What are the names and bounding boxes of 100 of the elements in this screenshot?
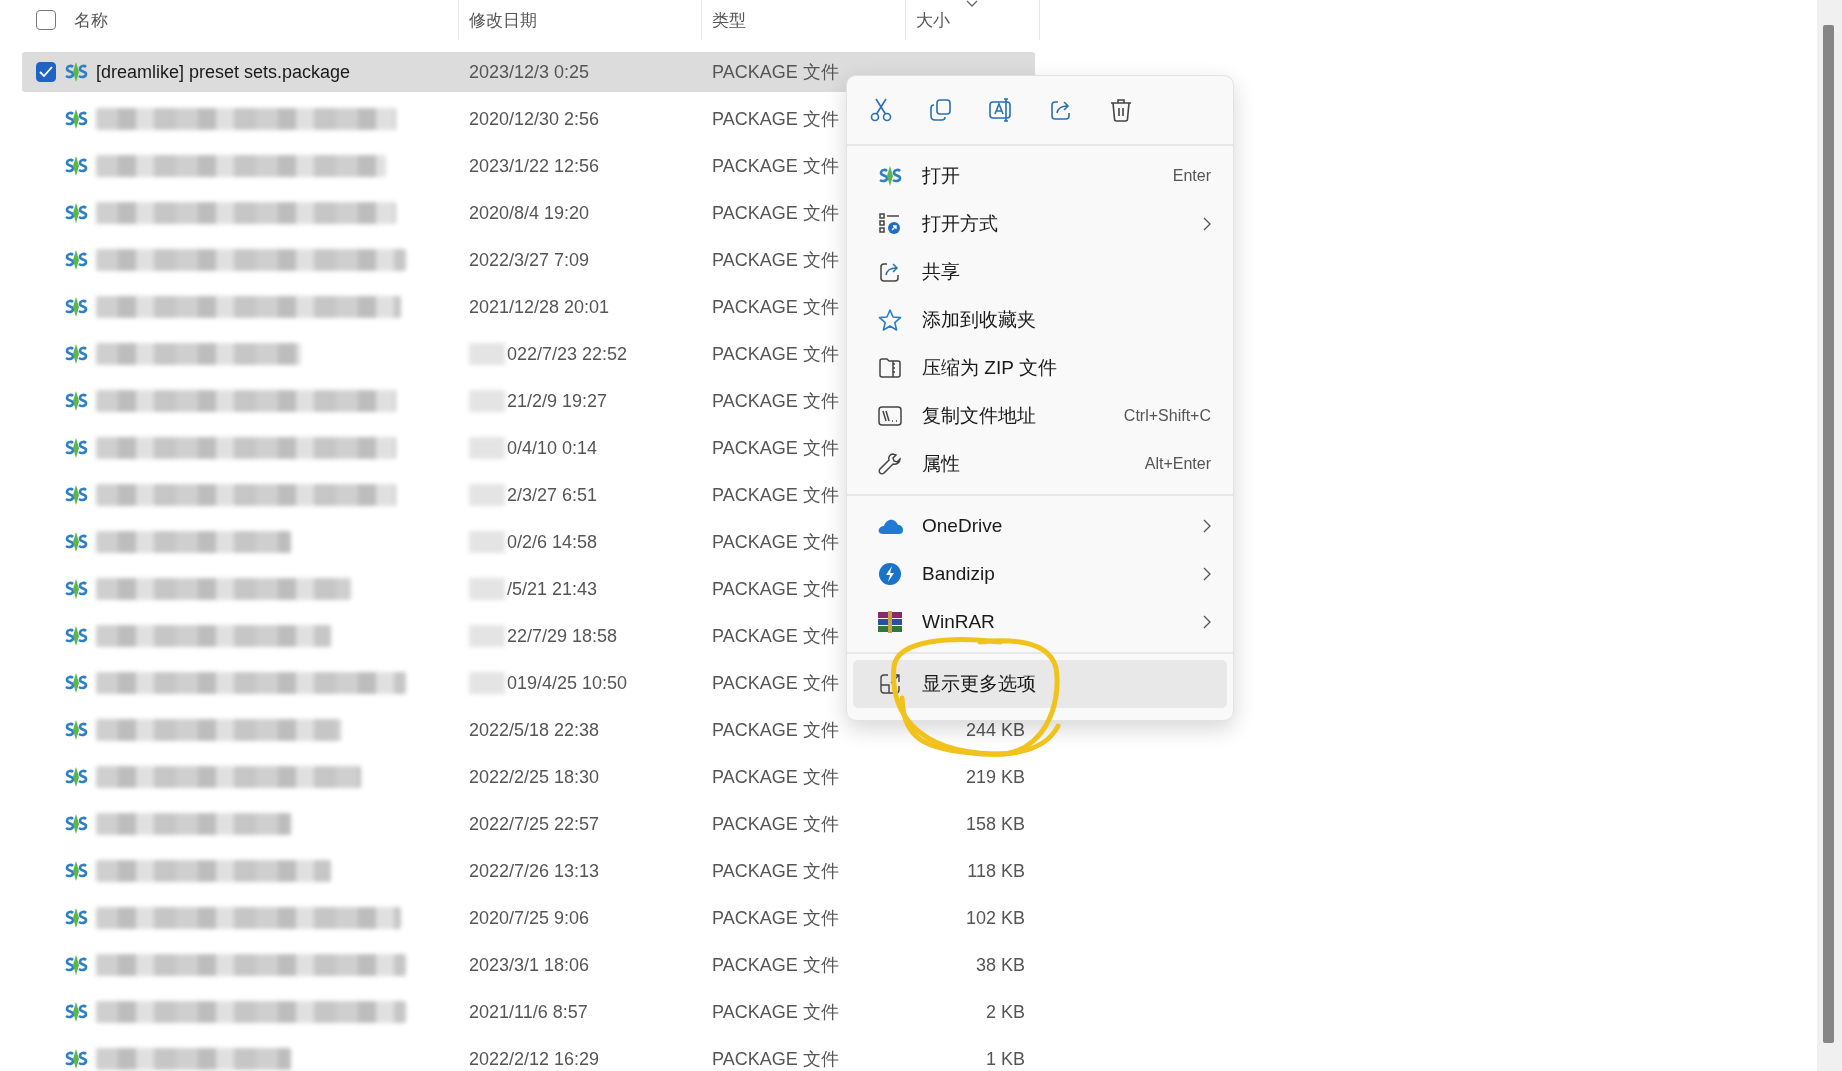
modified-date: 2022/2/12 16:29 xyxy=(469,1048,600,1070)
file-size: 38 KB xyxy=(975,954,1025,975)
file-row[interactable]: 2023/3/1 18:06 PACKAGE 文件 38 KB xyxy=(22,945,1035,985)
file-name: [dreamlike] preset sets.package xyxy=(96,61,351,83)
expand-icon xyxy=(879,673,901,695)
file-type: PACKAGE 文件 xyxy=(712,1002,839,1022)
file-size: 219 KB xyxy=(965,766,1025,787)
modified-date: 2023/12/3 0:25 xyxy=(469,61,590,83)
menu-item[interactable]: 显示更多选项 xyxy=(853,660,1227,708)
toolbar-button[interactable] xyxy=(1109,96,1133,124)
file-type: PACKAGE 文件 xyxy=(712,109,839,129)
path-icon xyxy=(878,406,902,426)
cloud-icon xyxy=(877,517,903,535)
shortcut-text: Alt+Enter xyxy=(1144,455,1211,473)
lightning-circle-icon xyxy=(878,562,902,586)
file-row[interactable]: 2022/7/25 22:57 PACKAGE 文件 158 KB xyxy=(22,804,1035,844)
file-type: PACKAGE 文件 xyxy=(712,955,839,975)
menu-label: 共享 xyxy=(922,260,961,284)
file-size: 102 KB xyxy=(965,907,1025,928)
checkbox[interactable] xyxy=(36,62,56,82)
toolbar-button[interactable] xyxy=(869,96,893,124)
menu-label: 添加到收藏夹 xyxy=(922,308,1037,332)
menu-item[interactable]: Bandizip xyxy=(853,550,1227,598)
modified-date: 2/3/27 6:51 xyxy=(507,484,598,506)
wrench-icon xyxy=(878,452,902,476)
file-row[interactable]: 2022/2/12 16:29 PACKAGE 文件 1 KB xyxy=(22,1039,1035,1071)
menu-item[interactable]: 共享 xyxy=(853,248,1227,296)
menu-item[interactable]: WinRAR xyxy=(853,598,1227,646)
menu-item[interactable]: 打开方式 xyxy=(853,200,1227,248)
file-type: PACKAGE 文件 xyxy=(712,344,839,364)
menu-item[interactable]: 打开 Enter xyxy=(853,152,1227,200)
file-type: PACKAGE 文件 xyxy=(712,814,839,834)
modified-date: 2021/11/6 8:57 xyxy=(469,1001,588,1023)
modified-date: 22/7/29 18:58 xyxy=(507,625,618,647)
menu-label: OneDrive xyxy=(922,515,1004,537)
file-size: 158 KB xyxy=(965,813,1025,834)
file-type: PACKAGE 文件 xyxy=(712,391,839,411)
menu-label: 显示更多选项 xyxy=(922,672,1037,696)
file-type: PACKAGE 文件 xyxy=(712,1049,839,1069)
checkbox[interactable] xyxy=(36,10,56,30)
file-type: PACKAGE 文件 xyxy=(712,156,839,176)
share-icon xyxy=(879,261,901,283)
menu-label: Bandizip xyxy=(922,563,996,585)
books-icon xyxy=(878,611,902,633)
file-type: PACKAGE 文件 xyxy=(712,297,839,317)
file-type: PACKAGE 文件 xyxy=(712,861,839,881)
modified-date: /5/21 21:43 xyxy=(507,578,598,600)
modified-date: 2020/8/4 19:20 xyxy=(469,202,590,224)
file-row[interactable]: 2022/5/18 22:38 PACKAGE 文件 244 KB xyxy=(22,710,1035,750)
file-type: PACKAGE 文件 xyxy=(712,532,839,552)
modified-date: 2022/3/27 7:09 xyxy=(469,249,590,271)
toolbar-button[interactable] xyxy=(989,96,1013,124)
file-row[interactable]: 2020/7/25 9:06 PACKAGE 文件 102 KB xyxy=(22,898,1035,938)
share-icon xyxy=(1050,99,1072,121)
column-header[interactable]: 修改日期 xyxy=(469,8,537,32)
modified-date: 2022/5/18 22:38 xyxy=(469,719,600,741)
column-header[interactable]: 类型 xyxy=(712,8,746,32)
file-type: PACKAGE 文件 xyxy=(712,626,839,646)
chevron-right-icon xyxy=(1203,217,1211,231)
menu-label: 复制文件地址 xyxy=(922,404,1037,428)
file-row[interactable]: [dreamlike] preset sets.package 2023/12/3 0:25 PACKAGE 文件 xyxy=(22,52,1035,92)
modified-date: 21/2/9 19:27 xyxy=(507,390,608,412)
scrollbar[interactable] xyxy=(1817,0,1842,1071)
chevron-right-icon xyxy=(1203,615,1211,629)
scissors-icon xyxy=(870,98,892,122)
menu-label: WinRAR xyxy=(922,611,996,633)
modified-date: 2023/3/1 18:06 xyxy=(469,954,590,976)
column-header[interactable]: 名称 xyxy=(74,8,108,32)
toolbar-button[interactable] xyxy=(929,96,953,124)
file-row[interactable]: 2020/12/30 2:56 PACKAGE 文件 xyxy=(22,99,1035,139)
file-type: PACKAGE 文件 xyxy=(712,485,839,505)
star-icon xyxy=(878,308,902,332)
chevron-right-icon xyxy=(1203,519,1211,533)
file-row[interactable]: 2022/7/26 13:13 PACKAGE 文件 118 KB xyxy=(22,851,1035,891)
modified-date: 2021/12/28 20:01 xyxy=(469,296,610,318)
menu-item[interactable]: 添加到收藏夹 xyxy=(853,296,1227,344)
menu-label: 属性 xyxy=(922,452,961,476)
file-type: PACKAGE 文件 xyxy=(712,720,839,740)
menu-label: 压缩为 ZIP 文件 xyxy=(922,356,1058,380)
file-size: 118 KB xyxy=(967,860,1025,881)
column-header[interactable]: 大小 xyxy=(916,8,950,32)
file-row[interactable]: 2022/2/25 18:30 PACKAGE 文件 219 KB xyxy=(22,757,1035,797)
modified-date: 2023/1/22 12:56 xyxy=(469,155,600,177)
rename-icon xyxy=(989,98,1013,122)
modified-date: 2020/7/25 9:06 xyxy=(469,907,590,929)
menu-item[interactable]: 复制文件地址 Ctrl+Shift+C xyxy=(853,392,1227,440)
modified-date: 2022/7/25 22:57 xyxy=(469,813,600,835)
folder-zipper-icon xyxy=(878,357,902,379)
shortcut-text: Enter xyxy=(1172,167,1211,185)
modified-date: 2022/7/26 13:13 xyxy=(469,860,600,882)
menu-item[interactable]: 压缩为 ZIP 文件 xyxy=(853,344,1227,392)
trash-icon xyxy=(1110,98,1132,122)
file-type: PACKAGE 文件 xyxy=(712,203,839,223)
modified-date: 2020/12/30 2:56 xyxy=(469,108,600,130)
shortcut-text: Ctrl+Shift+C xyxy=(1123,407,1211,425)
file-row[interactable]: 2021/11/6 8:57 PACKAGE 文件 2 KB xyxy=(22,992,1035,1032)
file-type: PACKAGE 文件 xyxy=(712,438,839,458)
file-size: 2 KB xyxy=(985,1001,1025,1022)
copy-icon xyxy=(930,99,952,121)
file-type: PACKAGE 文件 xyxy=(712,62,839,82)
